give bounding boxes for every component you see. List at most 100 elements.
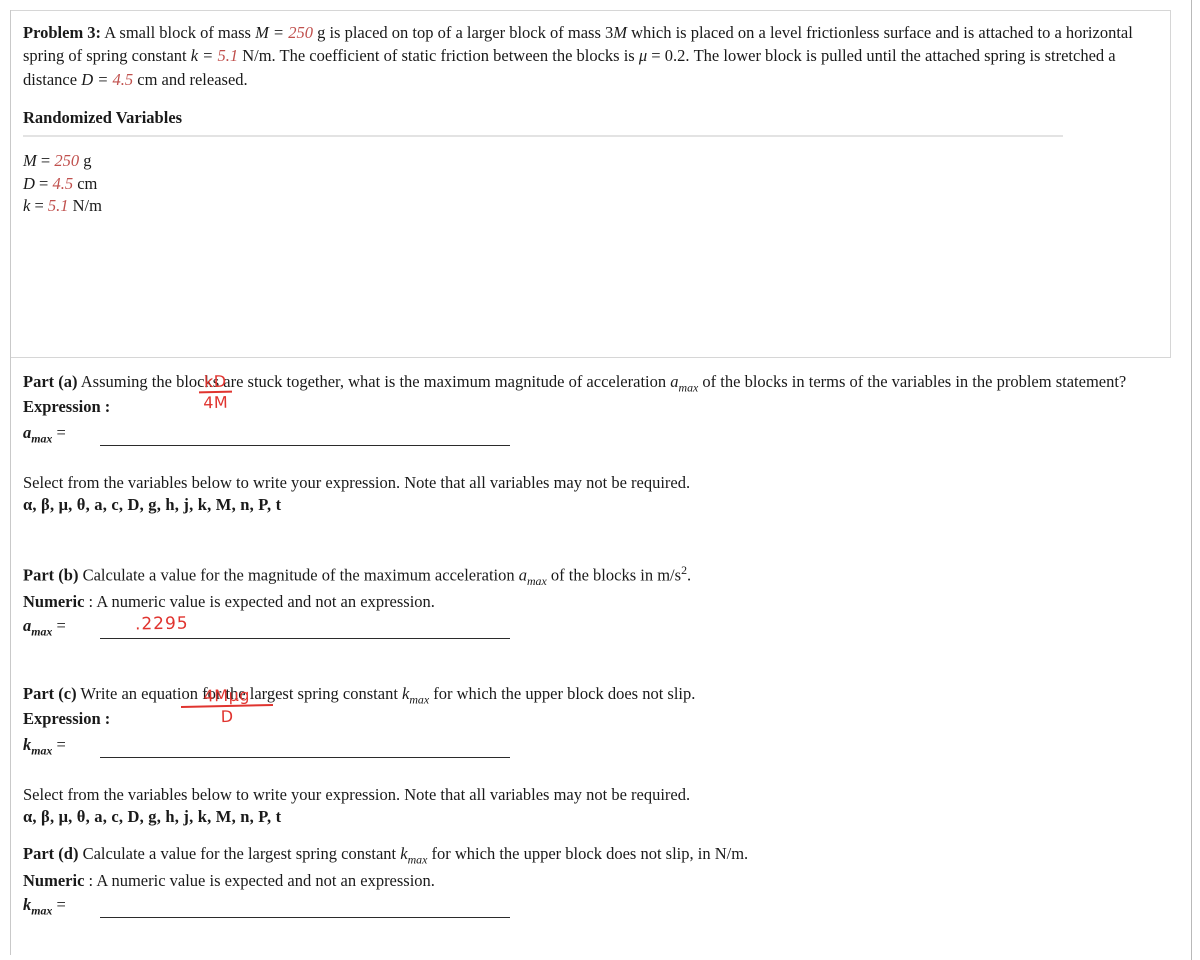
part-c-answer-line[interactable] [100,756,510,758]
part-b-text-3: . [687,565,692,585]
worksheet-page: Problem 3: A small block of mass M = 250… [0,0,1200,960]
part-c-kind-sep: : [104,708,111,728]
part-a-handwritten-numerator: kD [203,371,227,391]
part-b-label: Part (b) [23,565,79,585]
randomized-variable-row: M = 250 g [23,150,1154,173]
part-a-answer-equals: = [56,422,66,442]
part-a-handwritten-denominator: 4M [203,392,229,413]
part-a-handwritten-answer: kD 4M [198,371,233,413]
part-c-handwritten-numerator: 4Mμg [203,685,251,706]
rv-unit-M: g [83,151,92,171]
rv-eq-D: = [39,173,49,193]
part-a-variable-prompt: Select from the variables below to write… [23,472,691,492]
randomized-variable-row: k = 5.1 N/m [23,195,1154,218]
problem-label: Problem 3: [23,23,102,42]
statement-seg-4: N/m. The coefficient of static friction … [238,46,639,66]
part-c-variable-list: α, β, μ, θ, a, c, D, g, h, j, k, M, n, P… [23,806,282,826]
stem-value-M: 250 [288,23,313,42]
rv-symbol-D: D [23,173,35,193]
stem-symbol-k: k = [190,46,214,66]
stem-value-k: 5.1 [217,46,239,66]
part-d-answer-line[interactable] [100,916,510,918]
part-a-answer-line[interactable] [100,444,510,446]
part-b-kind-row: Numeric : A numeric value is expected an… [23,590,1171,614]
part-a-kind-label: Expression [23,396,101,416]
statement-seg-6: cm and released. [133,69,248,89]
stem-symbol-D: D = [81,69,109,89]
problem-statement-text: Problem 3: A small block of mass M = 250… [23,21,1154,91]
part-d-block: Part (d) Calculate a value for the large… [11,842,1171,921]
rv-value-M: 250 [54,151,80,171]
randomized-variables-title: Randomized Variables [23,108,183,128]
part-b-text-1: Calculate a value for the magnitude of t… [82,565,519,585]
rv-symbol-M: M [23,151,37,171]
part-d-label: Part (d) [23,844,79,863]
part-b-symbol-sub: max [526,573,547,588]
part-a-label: Part (a) [23,372,78,391]
part-b-answer-line[interactable] [100,638,510,640]
part-a-answer-variable: a [23,422,32,442]
part-a-text-1: Assuming the blocks are stuck together, … [80,372,671,391]
statement-seg-2: is placed on top of a larger block of ma… [325,23,614,42]
part-b-answer-row[interactable]: amax = .2295 [23,613,1171,642]
stem-symbol-M: M = [255,23,285,42]
stem-symbol-mu: μ [638,46,648,66]
part-d-kind-sep: : A numeric value is expected and not an… [88,870,435,890]
part-a-symbol-sub: max [678,380,699,395]
part-c-kind-row: Expression : 4Mμg D [23,685,1171,733]
part-b-text-2: of the blocks in m/s [546,565,682,585]
part-d-answer-row[interactable]: kmax = [23,895,1171,921]
part-a-text-2: of the blocks in terms of the variables … [698,372,1127,391]
randomized-variables-list: M = 250 g D = 4.5 cm k = 5.1 N/m [23,150,1154,218]
part-b-symbol: a [518,565,527,585]
part-c-kind-label: Expression [23,708,101,728]
part-a-variable-list: α, β, μ, θ, a, c, D, g, h, j, k, M, n, P… [23,494,282,514]
rv-symbol-k: k [23,196,31,216]
rv-eq-k: = [34,196,44,216]
part-c-answer-row[interactable]: kmax = [23,735,1171,761]
part-d-text-1: Calculate a value for the largest spring… [82,844,401,863]
part-d-answer-variable-sub: max [31,903,53,917]
part-a-question: Part (a) Assuming the blocks are stuck t… [23,370,1171,397]
worksheet-content: Problem 3: A small block of mass M = 250… [10,10,1171,955]
randomized-variable-row: D = 4.5 cm [23,173,1154,196]
part-d-kind-row: Numeric : A numeric value is expected an… [23,869,1171,893]
stem-symbol-M2: M [613,23,627,42]
problem-statement-card: Problem 3: A small block of mass M = 250… [11,10,1171,358]
rv-eq-M: = [40,151,51,171]
stem-value-D: 4.5 [112,69,134,89]
rv-unit-k: N/m [72,196,102,216]
part-c-block: Part (c) Write an equation for the large… [11,682,1171,827]
part-b-answer-variable-sub: max [31,624,53,639]
part-a-symbol: a [670,372,679,391]
part-b-kind-label: Numeric [23,592,85,612]
part-c-answer-variable: k [23,734,32,754]
part-a-answer-variable-sub: max [31,430,53,445]
part-b-answer-equals: = [56,616,66,636]
part-d-question: Part (d) Calculate a value for the large… [23,842,1171,869]
part-a-kind-sep: : [104,396,111,416]
rv-unit-D: cm [77,173,98,193]
rv-value-D: 4.5 [52,173,74,193]
part-a-block: Part (a) Assuming the blocks are stuck t… [11,370,1171,515]
part-c-answer-variable-sub: max [31,742,53,757]
part-d-text-2: for which the upper block does not slip,… [427,844,749,863]
part-c-answer-equals: = [56,734,66,754]
part-b-handwritten-answer: .2295 [134,613,189,635]
part-c-variable-prompt: Select from the variables below to write… [23,784,691,804]
part-d-kind-label: Numeric [23,870,85,890]
part-c-handwritten-denominator: D [220,706,234,727]
part-c-symbol-sub: max [409,692,430,707]
part-c-text-2: for which the upper block does not slip. [429,684,696,703]
part-b-answer-variable: a [23,616,32,636]
part-c-label: Part (c) [23,684,77,703]
part-a-kind-row: Expression : kD 4M [23,371,1171,421]
part-d-answer-variable: k [23,894,32,914]
part-b-kind-sep: : A numeric value is expected and not an… [88,592,435,612]
part-c-handwritten-answer: 4Mμg D [180,685,274,727]
randomized-variables-divider [23,135,1063,138]
part-a-answer-row[interactable]: amax = [23,423,1171,449]
part-b-block: Part (b) Calculate a value for the magni… [11,562,1171,642]
part-b-question: Part (b) Calculate a value for the magni… [23,562,1171,590]
page-right-rule [1191,0,1192,960]
